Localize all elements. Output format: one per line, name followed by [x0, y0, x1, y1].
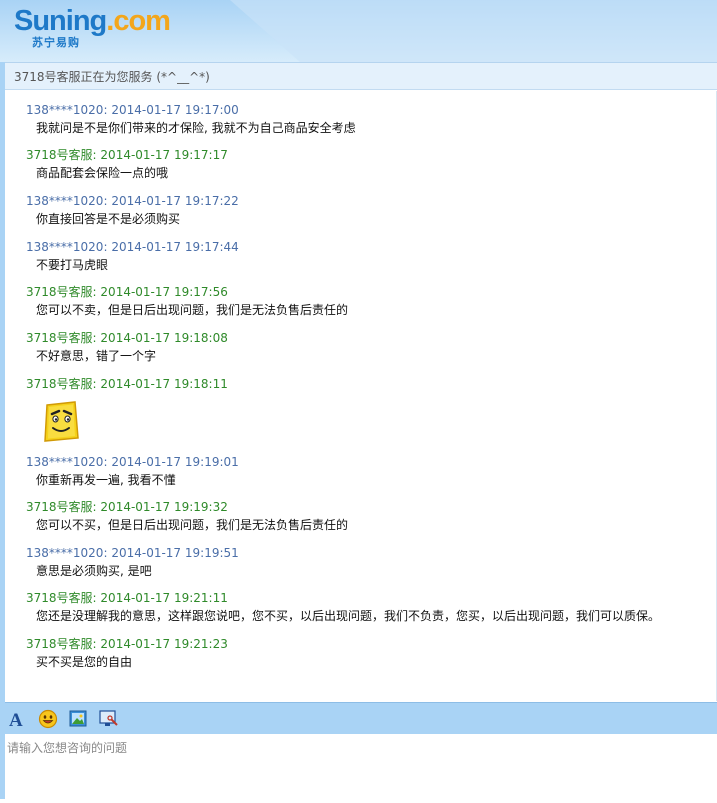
message-sender: 138****1020: — [26, 240, 108, 254]
message-sender: 138****1020: — [26, 103, 108, 117]
message-time: 2014-01-17 19:17:22 — [111, 194, 239, 208]
chat-message: 138****1020: 2014-01-17 19:17:00 我就问是不是你… — [26, 102, 356, 136]
message-text: 您还是没理解我的意思，这样跟您说吧，您不买，以后出现问题，我们不负责，您买，以后… — [36, 609, 661, 623]
message-text: 你重新再发一遍, 我看不懂 — [36, 473, 176, 487]
message-header: 3718号客服: 2014-01-17 19:21:23 — [26, 636, 228, 652]
message-header: 3718号客服: 2014-01-17 19:18:08 — [26, 330, 228, 346]
message-time: 2014-01-17 19:17:44 — [111, 240, 239, 254]
message-time: 2014-01-17 19:18:11 — [100, 377, 228, 391]
message-text: 您可以不卖，但是日后出现问题，我们是无法负售后责任的 — [36, 303, 349, 317]
smiling-face-emoticon — [40, 400, 82, 444]
message-header: 138****1020: 2014-01-17 19:19:01 — [26, 454, 239, 470]
message-input[interactable] — [5, 734, 717, 799]
message-sender: 3718号客服: — [26, 500, 97, 514]
chat-toolbar: A — [5, 702, 717, 734]
message-text: 意思是必须购买, 是吧 — [36, 564, 152, 578]
message-text: 您可以不买，但是日后出现问题，我们是无法负售后责任的 — [36, 518, 349, 532]
message-input-area — [5, 734, 717, 799]
logo-main-text: Suning — [14, 5, 107, 37]
image-icon[interactable] — [67, 708, 89, 730]
message-header: 3718号客服: 2014-01-17 19:19:32 — [26, 499, 348, 515]
chat-message: 3718号客服: 2014-01-17 19:17:56 您可以不卖，但是日后出… — [26, 284, 348, 318]
chat-message: 3718号客服: 2014-01-17 19:19:32 您可以不买，但是日后出… — [26, 499, 348, 533]
chat-messages[interactable]: 138****1020: 2014-01-17 19:17:00 我就问是不是你… — [5, 91, 717, 701]
message-header: 138****1020: 2014-01-17 19:19:51 — [26, 545, 239, 561]
chat-message: 138****1020: 2014-01-17 19:19:51 意思是必须购买… — [26, 545, 239, 579]
message-time: 2014-01-17 19:17:17 — [100, 148, 228, 162]
message-sender: 3718号客服: — [26, 637, 97, 651]
message-header: 3718号客服: 2014-01-17 19:17:56 — [26, 284, 348, 300]
message-time: 2014-01-17 19:19:51 — [111, 546, 239, 560]
message-sender: 3718号客服: — [26, 285, 97, 299]
service-status-text: 3718号客服正在为您服务 (*^__^*) — [14, 70, 210, 84]
message-header: 3718号客服: 2014-01-17 19:21:11 — [26, 590, 660, 606]
message-header: 138****1020: 2014-01-17 19:17:22 — [26, 193, 239, 209]
screenshot-icon[interactable] — [98, 708, 120, 730]
svg-text:A: A — [9, 710, 23, 730]
message-sender: 138****1020: — [26, 546, 108, 560]
message-sender: 3718号客服: — [26, 591, 97, 605]
chat-message: 3718号客服: 2014-01-17 19:21:11 您还是没理解我的意思，… — [26, 590, 660, 624]
message-sender: 138****1020: — [26, 455, 108, 469]
message-time: 2014-01-17 19:21:23 — [100, 637, 228, 651]
message-time: 2014-01-17 19:18:08 — [100, 331, 228, 345]
message-header: 138****1020: 2014-01-17 19:17:44 — [26, 239, 239, 255]
message-text: 我就问是不是你们带来的才保险, 我就不为自己商品安全考虑 — [36, 121, 356, 135]
message-text: 不好意思，错了一个字 — [36, 349, 157, 363]
message-sender: 3718号客服: — [26, 148, 97, 162]
message-text: 不要打马虎眼 — [36, 258, 109, 272]
logo-dot-text: .com — [106, 5, 171, 37]
message-text: 商品配套会保险一点的哦 — [36, 166, 169, 180]
message-time: 2014-01-17 19:17:56 — [100, 285, 228, 299]
chat-message: 138****1020: 2014-01-17 19:17:44 不要打马虎眼 — [26, 239, 239, 273]
chat-message: 3718号客服: 2014-01-17 19:17:17 商品配套会保险一点的哦 — [26, 147, 228, 181]
font-icon[interactable]: A — [6, 708, 28, 731]
message-header: 138****1020: 2014-01-17 19:17:00 — [26, 102, 356, 118]
message-sender: 3718号客服: — [26, 331, 97, 345]
suning-logo: Suning.com 苏宁易购 — [14, 5, 171, 50]
message-time: 2014-01-17 19:19:32 — [100, 500, 228, 514]
message-sender: 3718号客服: — [26, 377, 97, 391]
header-banner: Suning.com 苏宁易购 — [0, 0, 717, 62]
message-time: 2014-01-17 19:19:01 — [111, 455, 239, 469]
message-text: 你直接回答是不是必须购买 — [36, 212, 181, 226]
chat-message: 3718号客服: 2014-01-17 19:18:11 — [26, 376, 228, 444]
message-sender: 138****1020: — [26, 194, 108, 208]
message-text: 买不买是您的自由 — [36, 655, 133, 669]
chat-message: 3718号客服: 2014-01-17 19:21:23 买不买是您的自由 — [26, 636, 228, 670]
message-time: 2014-01-17 19:17:00 — [111, 103, 239, 117]
message-header: 3718号客服: 2014-01-17 19:17:17 — [26, 147, 228, 163]
chat-message: 138****1020: 2014-01-17 19:17:22 你直接回答是不… — [26, 193, 239, 227]
service-status-bar: 3718号客服正在为您服务 (*^__^*) — [5, 62, 717, 90]
chat-message: 138****1020: 2014-01-17 19:19:01 你重新再发一遍… — [26, 454, 239, 488]
message-time: 2014-01-17 19:21:11 — [100, 591, 228, 605]
chat-message: 3718号客服: 2014-01-17 19:18:08 不好意思，错了一个字 — [26, 330, 228, 364]
message-header: 3718号客服: 2014-01-17 19:18:11 — [26, 376, 228, 392]
emoji-icon[interactable] — [37, 708, 59, 730]
